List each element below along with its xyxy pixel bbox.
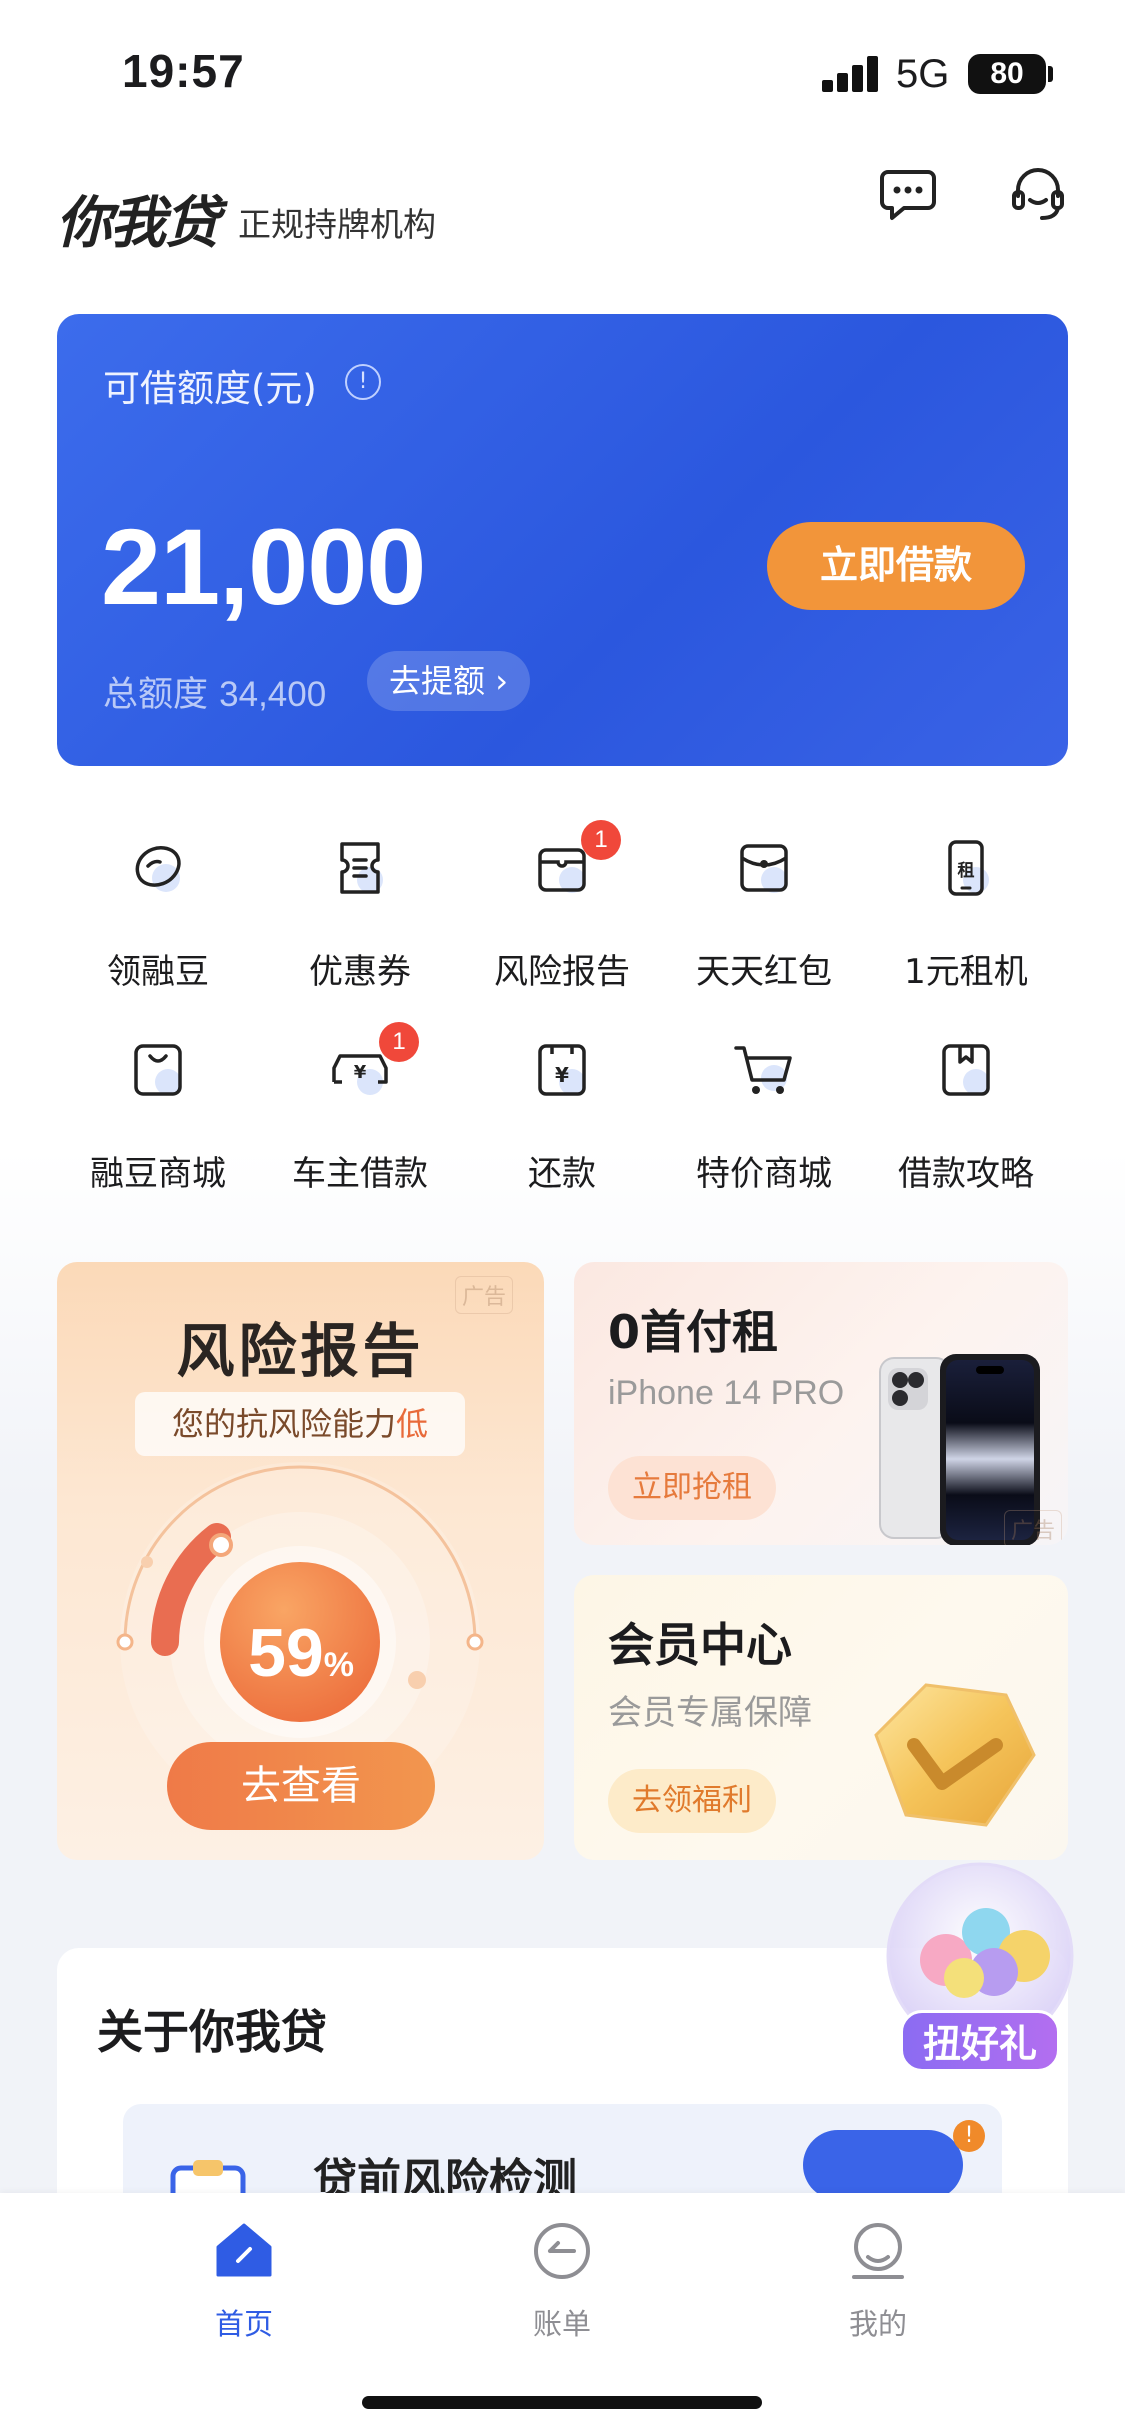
app-logo: 你我贷 [56,191,220,256]
message-icon[interactable] [878,164,938,224]
grid-label: 天天红包 [696,952,832,992]
tab-bill[interactable]: 账单 [462,2221,662,2341]
bean-icon [135,846,181,892]
tab-profile[interactable]: 我的 [778,2221,978,2341]
network-type: 5G [896,52,950,96]
member-center-title: 会员中心 [608,1618,792,1672]
phone-rent-title: 0首付租 [608,1305,779,1359]
credit-limit-label: 可借额度(元) [103,367,317,410]
notification-badge: 1 [379,1022,419,1062]
raise-limit-label: 去提额 [389,662,486,700]
phone-rent-icon: 租 [948,840,989,896]
info-icon[interactable]: ! [345,364,381,400]
signal-icon [822,56,878,92]
grid-label: 特价商城 [696,1154,832,1194]
total-limit-value: 34,400 [219,675,327,714]
claim-benefits-button[interactable]: 去领福利 [608,1769,776,1833]
risk-level: 低 [396,1405,429,1443]
guide-book-icon [942,1044,990,1096]
ad-tag: 广告 [1004,1510,1063,1545]
total-limit: 总额度 34,400 [103,666,326,717]
notification-badge: 1 [581,820,621,860]
risk-percent: 59% [211,1614,391,1692]
tab-home[interactable]: 首页 [144,2221,344,2341]
svg-text:租: 租 [958,860,975,881]
risk-report-title: 风险报告 [176,1317,425,1385]
raise-limit-button[interactable]: 去提额 › [367,651,530,711]
risk-check-button[interactable] [803,2130,963,2200]
vip-medal-icon [874,1683,1036,1827]
grid-item-risk-report[interactable]: 1 风险报告 [461,820,663,1010]
borrow-now-button[interactable]: 立即借款 [767,522,1025,610]
gift-label: 扭好礼 [900,2010,1060,2072]
bill-icon [534,2223,590,2279]
customer-service-icon[interactable] [1008,164,1068,224]
about-title: 关于你我贷 [97,2005,327,2059]
grid-label: 融豆商城 [90,1154,226,1194]
battery-tip [1048,66,1053,82]
risk-percent-value: 59 [248,1615,324,1691]
app-tagline: 正规持牌机构 [238,205,436,244]
credit-limit-card: 可借额度(元) ! 21,000 立即借款 总额度 34,400 去提额 › [57,314,1068,766]
status-time: 19:57 [122,45,245,97]
risk-percent-sign: % [323,1646,354,1684]
bag-icon [134,1044,182,1096]
total-limit-label: 总额度 [103,675,209,715]
tab-label: 首页 [214,2307,273,2341]
battery-icon: 80 [968,54,1046,94]
grid-label: 还款 [528,1154,596,1194]
grid-label: 借款攻略 [898,1154,1034,1194]
status-bar: 19:57 5G 80 [0,0,1125,140]
alert-badge: ! [953,2120,985,2152]
grid-item-bargain-mall[interactable]: 特价商城 [663,1022,865,1212]
phone-rent-card[interactable]: 0首付租 iPhone 14 PRO 立即抢租 广告 [574,1262,1068,1545]
grid-item-car-loan[interactable]: ¥ 1 车主借款 [259,1022,461,1212]
member-center-subtitle: 会员专属保障 [608,1693,812,1733]
coupon-icon [340,842,383,894]
view-report-button[interactable]: 去查看 [167,1742,435,1830]
svg-text:¥: ¥ [555,1063,569,1087]
phone-model: iPhone 14 PRO [608,1374,845,1412]
rent-now-button[interactable]: 立即抢租 [608,1456,776,1520]
app-header: 你我贷 正规持牌机构 [0,150,1125,280]
grid-label: 优惠券 [309,952,411,992]
risk-gauge [116,1462,484,1782]
home-icon [216,2223,272,2277]
member-center-card[interactable]: 会员中心 会员专属保障 去领福利 [574,1575,1068,1860]
home-indicator[interactable] [362,2396,762,2409]
grid-label: 领融豆 [107,952,209,992]
cart-icon [734,1046,792,1094]
grid-item-repay[interactable]: ¥ 还款 [461,1022,663,1212]
grid-item-rongdou[interactable]: 领融豆 [57,820,259,1010]
grid-item-loan-guide[interactable]: 借款攻略 [865,1022,1067,1212]
red-packet-icon [740,844,788,893]
grid-label: 风险报告 [494,952,630,992]
grid-label: 1元租机 [904,952,1028,992]
risk-subtitle-text: 您的抗风险能力 [171,1405,396,1443]
grid-item-coupon[interactable]: 优惠券 [259,820,461,1010]
grid-label: 车主借款 [292,1154,428,1194]
grid-item-phone-rent[interactable]: 租 1元租机 [865,820,1067,1010]
svg-text:¥: ¥ [354,1062,367,1083]
tab-label: 账单 [532,2307,591,2341]
repay-icon: ¥ [538,1044,586,1096]
tab-label: 我的 [848,2307,907,2341]
floating-gift-widget[interactable]: 扭好礼 [870,1860,1090,2090]
profile-icon [852,2223,904,2279]
risk-report-card[interactable]: 广告 风险报告 您的抗风险能力低 59% 去查看 [57,1262,544,1860]
grid-item-red-packet[interactable]: 天天红包 [663,820,865,1010]
chevron-right-icon: › [495,662,508,700]
grid-item-rongdou-mall[interactable]: 融豆商城 [57,1022,259,1212]
credit-amount: 21,000 [101,506,426,627]
